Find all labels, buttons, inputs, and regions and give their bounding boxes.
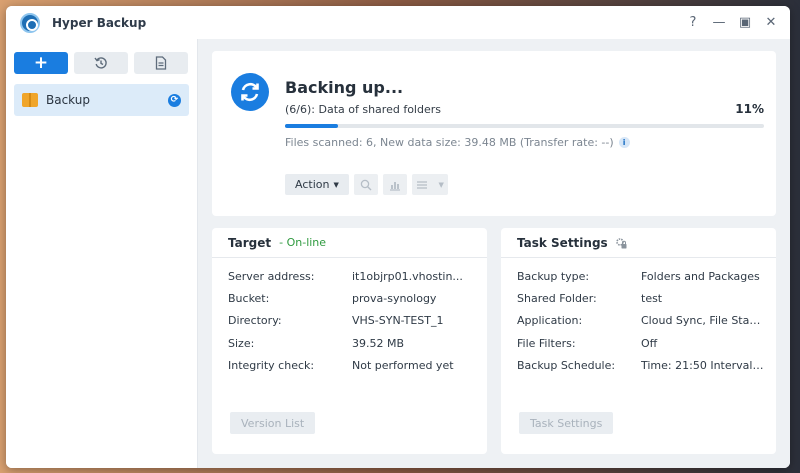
detail-key: Integrity check: bbox=[228, 359, 315, 373]
detail-value: Cloud Sync, File Statio... bbox=[641, 314, 764, 328]
detail-row: Server address: it1objrp01.vhostin... bbox=[228, 265, 475, 287]
detail-row: Shared Folder: test bbox=[517, 287, 764, 309]
progress-fill bbox=[285, 124, 338, 128]
online-status: - On-line bbox=[279, 236, 327, 249]
status-detail: Files scanned: 6, New data size: 39.48 M… bbox=[285, 136, 630, 149]
detail-key: Size: bbox=[228, 336, 255, 350]
detail-row: Backup Schedule: Time: 21:50 Interval: .… bbox=[517, 355, 764, 377]
task-settings-title: Task Settings bbox=[517, 235, 608, 250]
caret-down-icon: ▼ bbox=[333, 180, 339, 189]
detail-key: Server address: bbox=[228, 269, 315, 283]
detail-key: Directory: bbox=[228, 314, 282, 328]
minimize-button[interactable]: — bbox=[706, 15, 732, 30]
gear-lock-icon bbox=[615, 237, 627, 248]
history-icon bbox=[94, 57, 107, 69]
target-details: Server address: it1objrp01.vhostin... Bu… bbox=[228, 265, 475, 377]
detail-row: Integrity check: Not performed yet bbox=[228, 355, 475, 377]
detail-value: Not performed yet bbox=[352, 359, 454, 373]
caret-down-icon: ▼ bbox=[438, 180, 444, 189]
hyper-backup-window: Hyper Backup ? — ▣ ✕ + Backup ⟳ Backing … bbox=[6, 6, 790, 468]
detail-key: Backup type: bbox=[517, 269, 590, 283]
maximize-button[interactable]: ▣ bbox=[732, 15, 758, 30]
detail-row: File Filters: Off bbox=[517, 332, 764, 354]
log-button[interactable] bbox=[134, 52, 188, 74]
window-body: + Backup ⟳ Backing up... (6/6): Data of … bbox=[6, 39, 790, 468]
sidebar-toolbar: + bbox=[14, 52, 189, 74]
main-content: Backing up... (6/6): Data of shared fold… bbox=[198, 39, 790, 468]
backup-status-card: Backing up... (6/6): Data of shared fold… bbox=[212, 51, 776, 216]
detail-value: Time: 21:50 Interval: ... bbox=[641, 359, 764, 373]
detail-key: Shared Folder: bbox=[517, 292, 597, 306]
restore-history-button[interactable] bbox=[74, 52, 128, 74]
detail-key: Application: bbox=[517, 314, 583, 328]
detail-panels: Target - On-line Server address: it1objr… bbox=[212, 228, 776, 454]
explore-button[interactable] bbox=[353, 174, 378, 195]
bar-chart-icon bbox=[389, 181, 400, 191]
package-icon bbox=[22, 93, 38, 107]
detail-row: Directory: VHS-SYN-TEST_1 bbox=[228, 310, 475, 332]
add-task-button[interactable]: + bbox=[14, 52, 68, 74]
title-bar: Hyper Backup ? — ▣ ✕ bbox=[6, 6, 790, 39]
detail-key: File Filters: bbox=[517, 336, 576, 350]
target-panel: Target - On-line Server address: it1objr… bbox=[212, 228, 487, 454]
info-icon[interactable]: i bbox=[618, 137, 630, 148]
hyper-backup-app-icon bbox=[20, 12, 40, 33]
detail-value: prova-synology bbox=[352, 292, 437, 306]
detail-value: test bbox=[641, 292, 663, 306]
version-list-button[interactable]: Version List bbox=[230, 412, 316, 434]
help-button[interactable]: ? bbox=[680, 15, 706, 30]
target-title: Target bbox=[228, 235, 272, 250]
target-panel-header: Target - On-line bbox=[212, 228, 487, 258]
statistics-button[interactable] bbox=[382, 174, 407, 195]
action-button-label: Action bbox=[295, 178, 330, 191]
list-icon bbox=[416, 180, 427, 189]
detail-value: 39.52 MB bbox=[352, 336, 405, 350]
detail-key: Bucket: bbox=[228, 292, 270, 306]
sidebar-item-backup[interactable]: Backup ⟳ bbox=[14, 84, 189, 116]
detail-row: Bucket: prova-synology bbox=[228, 287, 475, 309]
detail-value: Off bbox=[641, 336, 658, 350]
magnifier-icon bbox=[360, 179, 372, 190]
task-settings-details: Backup type: Folders and Packages Shared… bbox=[517, 265, 764, 377]
detail-value: it1objrp01.vhostin... bbox=[352, 269, 463, 283]
detail-row: Application: Cloud Sync, File Statio... bbox=[517, 310, 764, 332]
progress-bar bbox=[285, 124, 764, 128]
sidebar-item-label: Backup bbox=[46, 93, 90, 107]
status-title: Backing up... bbox=[285, 78, 404, 97]
app-title: Hyper Backup bbox=[52, 15, 147, 30]
status-step: (6/6): Data of shared folders bbox=[285, 103, 441, 116]
progress-percent: 11% bbox=[735, 102, 764, 116]
more-options-button[interactable]: ▼ bbox=[411, 174, 448, 195]
detail-key: Backup Schedule: bbox=[517, 359, 616, 373]
task-settings-panel: Task Settings Backup type: Folders and P… bbox=[501, 228, 776, 454]
sidebar: + Backup ⟳ bbox=[6, 39, 198, 468]
sync-icon bbox=[231, 73, 269, 111]
log-icon bbox=[155, 56, 167, 70]
window-controls: ? — ▣ ✕ bbox=[680, 15, 784, 30]
close-button[interactable]: ✕ bbox=[758, 15, 784, 30]
detail-value: VHS-SYN-TEST_1 bbox=[352, 314, 444, 328]
action-toolbar: Action ▼ ▼ bbox=[285, 174, 448, 195]
detail-value: Folders and Packages bbox=[641, 269, 760, 283]
detail-row: Size: 39.52 MB bbox=[228, 332, 475, 354]
sync-icon: ⟳ bbox=[168, 93, 181, 107]
detail-row: Backup type: Folders and Packages bbox=[517, 265, 764, 287]
status-detail-text: Files scanned: 6, New data size: 39.48 M… bbox=[285, 136, 614, 149]
task-settings-header: Task Settings bbox=[501, 228, 776, 258]
task-settings-button[interactable]: Task Settings bbox=[519, 412, 614, 434]
action-dropdown-button[interactable]: Action ▼ bbox=[285, 174, 349, 195]
